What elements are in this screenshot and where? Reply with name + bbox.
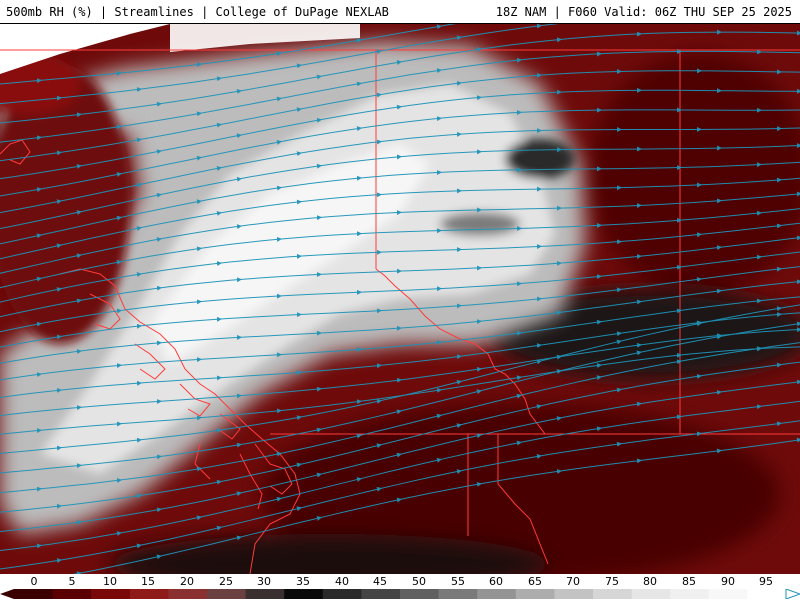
legend-swatch <box>207 589 247 599</box>
legend-tick: 75 <box>605 575 619 588</box>
product-title: 500mb RH (%) | Streamlines | College of … <box>6 5 389 19</box>
legend-swatch <box>284 589 324 599</box>
legend-swatch <box>631 589 671 599</box>
legend-tick: 10 <box>103 575 117 588</box>
legend-min-arrow <box>0 589 14 599</box>
legend-swatch <box>52 589 92 599</box>
legend-tick: 0 <box>30 575 38 588</box>
legend-tick: 30 <box>257 575 271 588</box>
legend-max-arrow <box>785 589 800 599</box>
legend-tick: 55 <box>451 575 465 588</box>
legend-tick: 45 <box>373 575 387 588</box>
legend-swatch <box>322 589 362 599</box>
legend-tick: 60 <box>489 575 503 588</box>
legend-swatch <box>91 589 131 599</box>
legend-swatch <box>477 589 517 599</box>
legend-tick: 90 <box>721 575 735 588</box>
legend-swatch <box>708 589 748 599</box>
legend-swatch <box>554 589 594 599</box>
dry-slot <box>505 139 575 179</box>
legend-tick: 35 <box>296 575 310 588</box>
legend-tick: 50 <box>412 575 426 588</box>
legend-tick: 5 <box>68 575 76 588</box>
legend-tick: 80 <box>643 575 657 588</box>
legend-swatch <box>129 589 169 599</box>
legend-labels: 0 5 10 15 20 25 30 35 40 45 50 55 60 65 … <box>0 575 800 588</box>
legend-swatch <box>670 589 710 599</box>
legend-swatch <box>438 589 478 599</box>
legend-tick: 40 <box>335 575 349 588</box>
legend-swatch <box>747 589 787 599</box>
rh-color-legend: 0 5 10 15 20 25 30 35 40 45 50 55 60 65 … <box>0 574 800 600</box>
legend-tick: 20 <box>180 575 194 588</box>
legend-tick: 15 <box>141 575 155 588</box>
rh-streamline-map <box>0 24 800 574</box>
legend-tick: 95 <box>759 575 773 588</box>
legend-tick: 65 <box>528 575 542 588</box>
legend-swatch <box>168 589 208 599</box>
legend-tick: 85 <box>682 575 696 588</box>
legend-color-bar <box>0 589 800 599</box>
model-valid-time: 18Z NAM | F060 Valid: 06Z THU SEP 25 202… <box>495 5 792 19</box>
legend-swatch <box>361 589 401 599</box>
legend-tick: 70 <box>566 575 580 588</box>
legend-swatch <box>515 589 555 599</box>
legend-tick: 25 <box>219 575 233 588</box>
legend-swatch <box>245 589 285 599</box>
map-header: 500mb RH (%) | Streamlines | College of … <box>0 0 800 24</box>
legend-swatch <box>14 589 54 599</box>
legend-swatch <box>593 589 633 599</box>
dry-slot-small <box>440 212 520 236</box>
legend-swatch <box>400 589 440 599</box>
